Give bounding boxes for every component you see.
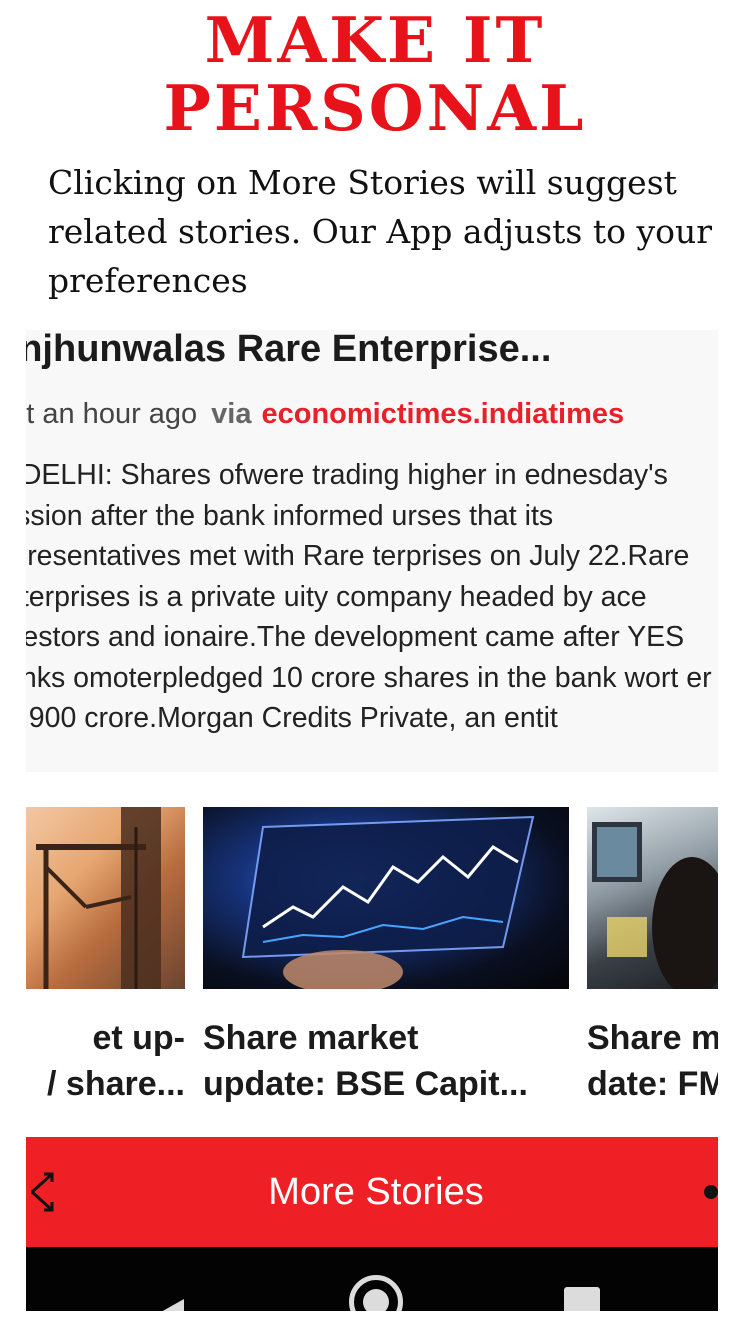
construction-crane-image[interactable] [26, 807, 185, 989]
article-via-label: via [211, 398, 252, 430]
related-stories-carousel[interactable]: et up- / share... Share market update: B… [26, 807, 718, 1107]
bottom-strip [26, 1311, 718, 1334]
trader-screens-image[interactable] [587, 807, 718, 989]
stock-chart-illustration [241, 815, 535, 989]
more-stories-button[interactable]: More Stories [26, 1137, 718, 1247]
trader-illustration [592, 822, 718, 989]
promo-headline-line1: MAKE IT [204, 3, 546, 77]
crane-illustration [36, 807, 161, 989]
article-card[interactable]: unjhunwalas Rare Enterprise... out an ho… [26, 330, 718, 772]
stock-chart-tablet-image[interactable] [203, 807, 569, 989]
article-source-link[interactable]: economictimes.indiatimes [262, 398, 625, 430]
promo-description: Clicking on More Stories will suggest re… [48, 163, 712, 300]
dot-icon[interactable] [704, 1185, 718, 1199]
more-stories-bar: More Stories [26, 1137, 718, 1247]
app-screenshot: unjhunwalas Rare Enterprise... out an ho… [26, 330, 718, 1334]
article-body: W DELHI: Shares ofwere trading higher in… [26, 459, 712, 734]
article-time: out an hour ago [26, 398, 198, 430]
article-title[interactable]: unjhunwalas Rare Enterprise... [26, 330, 551, 374]
related-story-title[interactable]: et up- / share... [26, 1015, 185, 1107]
promo-headline-line2: PERSONAL [163, 71, 587, 145]
related-story-title[interactable]: Share market update: BSE Capit... [203, 1015, 569, 1107]
related-story-title[interactable]: Share m date: FM [587, 1015, 718, 1107]
article-meta: out an hour ago via economictimes.indiatim… [26, 394, 624, 434]
